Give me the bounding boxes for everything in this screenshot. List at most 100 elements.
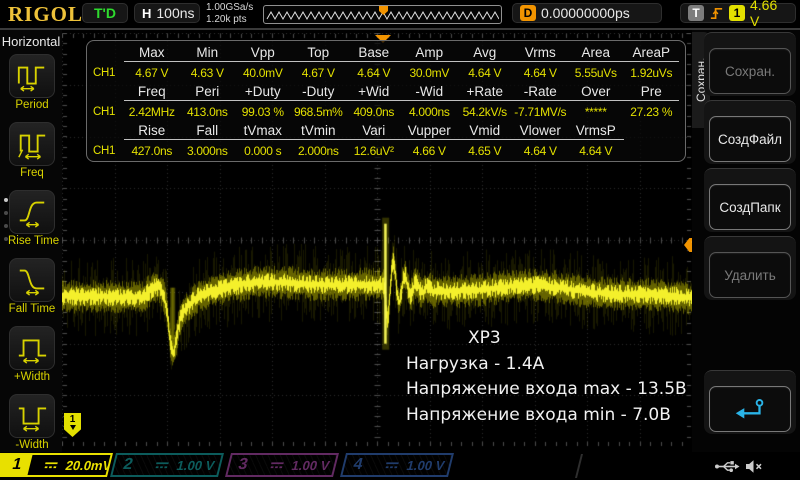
plus-width-icon — [9, 326, 55, 370]
menu-item-period[interactable]: Period — [8, 54, 56, 111]
measure-value-cell: 968.5m% — [291, 105, 347, 119]
measure-value-cell: 0.000 s — [235, 144, 291, 158]
measure-header-cell: tVmax — [235, 123, 291, 140]
softkey-new-file[interactable]: СоздФайл — [709, 116, 791, 162]
left-measure-menu: Horizontal PeriodFreqRise TimeFall Time+… — [0, 30, 62, 452]
measure-value-cell: 2.000ns — [291, 144, 347, 158]
menu-item-minus-width[interactable]: -Width — [8, 394, 56, 451]
measure-header-cell: Top — [291, 45, 347, 62]
measure-value-cell: 4.64 V — [568, 144, 624, 158]
measure-header-cell: Area — [568, 45, 624, 62]
measure-value-cell: -7.71MV/s — [513, 105, 569, 119]
measure-channel-label: CH1 — [91, 106, 124, 118]
rigol-logo: RIGOL — [8, 2, 83, 27]
trigger-box[interactable]: T 1 4.66 V — [680, 3, 796, 23]
measure-header-cell: Base — [346, 45, 402, 62]
annotation-line1: ХР3 — [468, 326, 687, 352]
measure-value-cell: ***** — [568, 105, 624, 119]
measure-header-cell: AreaP — [624, 45, 680, 62]
softkey-save: Сохран. — [709, 48, 791, 94]
channel-2-status[interactable]: 21.00 V — [110, 453, 224, 477]
softkey-slot: СоздФайл — [704, 100, 796, 164]
measure-header-cell: Rise — [124, 123, 180, 140]
measure-value-cell: 5.55uVs — [568, 66, 624, 80]
measure-value-cell: 30.0mV — [402, 66, 458, 80]
trigger-badge: T — [688, 5, 704, 21]
measure-value-cell: 427.0ns — [124, 144, 180, 158]
measure-value-cell: 4.65 V — [457, 144, 513, 158]
softkey-slot: Удалить — [704, 236, 796, 300]
measure-header-cell: VrmsP — [568, 123, 624, 140]
trigger-source-badge: 1 — [729, 5, 745, 21]
measure-header-cell: Fall — [180, 123, 236, 140]
softkey-slot: Сохран. — [704, 32, 796, 96]
measure-value-row: CH14.67 V4.63 V40.0mV4.67 V4.64 V30.0mV4… — [91, 64, 679, 84]
channel-scale: 1.00 V — [175, 458, 216, 473]
softkey-new-folder[interactable]: СоздПапк — [709, 184, 791, 230]
menu-item-fall-time[interactable]: Fall Time — [8, 258, 56, 315]
delay-badge: D — [520, 5, 536, 21]
channel-3-status[interactable]: 3 1.00 V — [225, 453, 339, 477]
channel-scale: 1.00 V — [290, 458, 331, 473]
memory-depth: 1.20k pts — [206, 14, 253, 26]
annotation-text: ХР3 Нагрузка - 1.4А Напряжение входа max… — [406, 326, 687, 428]
measure-value-cell: 4.67 V — [124, 66, 180, 80]
measure-value-cell: 4.63 V — [180, 66, 236, 80]
freq-icon — [9, 122, 55, 166]
measure-value-cell: 40.0mV — [235, 66, 291, 80]
measure-value-cell: 99.03 % — [235, 105, 291, 119]
softkey-slot: СоздПапк — [704, 168, 796, 232]
menu-item-label: Period — [8, 99, 56, 111]
menu-item-plus-width[interactable]: +Width — [8, 326, 56, 383]
dc-coupling-icon — [43, 460, 59, 470]
trigger-status-text: T'D — [94, 5, 116, 21]
measure-header-row: MaxMinVppTopBaseAmpAvgVrmsAreaAreaP — [91, 44, 679, 64]
minus-width-icon — [9, 394, 55, 438]
measure-value-cell: 4.000ns — [402, 105, 458, 119]
horizontal-timebase-box[interactable]: H 100ns — [134, 3, 200, 23]
annotation-line4: Напряжение входа min - 7.0В — [406, 403, 687, 429]
dc-coupling-icon — [269, 460, 285, 470]
measure-header-cell: -Duty — [291, 84, 347, 101]
measure-header-cell: Max — [124, 45, 180, 62]
measurement-table: MaxMinVppTopBaseAmpAvgVrmsAreaAreaPCH14.… — [86, 40, 686, 162]
measure-value-cell: 27.23 % — [624, 105, 680, 119]
acquisition-info: 1.00GSa/s 1.20k pts — [206, 2, 253, 26]
waveform-preview-strip[interactable] — [263, 5, 502, 24]
softkey-back[interactable] — [709, 386, 791, 432]
delay-value: 0.00000000ps — [541, 5, 630, 21]
annotation-line3: Напряжение входа max - 13.5В — [406, 377, 687, 403]
softkey-delete: Удалить — [709, 252, 791, 298]
menu-item-freq[interactable]: Freq — [8, 122, 56, 179]
measure-header-cell: Avg — [457, 45, 513, 62]
measure-value-cell: 4.64 V — [346, 66, 402, 80]
measure-header-cell: Vmid — [457, 123, 513, 140]
measure-value-row: CH1427.0ns3.000ns0.000 s2.000ns12.6uV²4.… — [91, 142, 679, 162]
menu-item-label: -Width — [8, 439, 56, 451]
usb-icon — [714, 459, 741, 479]
measure-channel-label: CH1 — [91, 67, 124, 79]
channel-scale: 20.0mV — [64, 458, 113, 473]
scroll-indicator-dot — [4, 211, 8, 215]
measure-header-cell: tVmin — [291, 123, 347, 140]
right-softkey-menu: Сохран. Сохран.СоздФайлСоздПапкУдалить — [692, 30, 800, 452]
channel-number: 4 — [343, 455, 374, 475]
top-status-bar: RIGOL T'D H 100ns 1.00GSa/s 1.20k pts D … — [0, 0, 800, 30]
measure-value-cell: 1.92uVs — [624, 66, 680, 80]
channel-1-status[interactable]: 120.0mV — [0, 453, 113, 477]
measure-header-cell: Vrms — [513, 45, 569, 62]
speaker-muted-icon — [744, 459, 763, 479]
delay-box[interactable]: D 0.00000000ps — [512, 3, 662, 23]
scroll-indicator-dot — [4, 237, 8, 241]
measure-header-cell: -Wid — [402, 84, 458, 101]
edge-trigger-icon — [709, 6, 724, 21]
menu-item-label: Rise Time — [8, 235, 56, 247]
channel-number: 3 — [228, 455, 259, 475]
measure-value-row: CH12.42MHz413.0ns99.03 %968.5m%409.0ns4.… — [91, 103, 679, 123]
scroll-indicator-dot — [4, 224, 8, 228]
measure-value-cell: 4.66 V — [402, 144, 458, 158]
channel-4-status[interactable]: 41.00 V — [340, 453, 454, 477]
trigger-status-indicator: T'D — [82, 3, 128, 23]
menu-item-rise-time[interactable]: Rise Time — [8, 190, 56, 247]
measure-header-cell: Min — [180, 45, 236, 62]
